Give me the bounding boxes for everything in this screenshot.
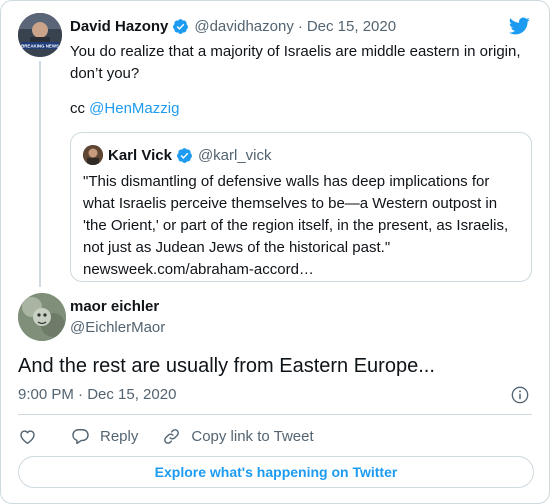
quoted-author-handle: @karl_vick: [197, 146, 272, 164]
like-button[interactable]: [18, 427, 37, 446]
heart-icon: [20, 429, 35, 444]
tweet-actions: Reply Copy link to Tweet: [18, 425, 314, 447]
avatar-image: [83, 145, 103, 165]
copy-link-label: Copy link to Tweet: [191, 427, 314, 445]
speech-bubble-icon: [72, 428, 89, 444]
parent-author-avatar[interactable]: BREAKING NEWS: [18, 13, 62, 57]
parent-author-handle[interactable]: @davidhazony: [194, 18, 293, 35]
reply-label: Reply: [100, 427, 139, 445]
explore-twitter-button[interactable]: Explore what's happening on Twitter: [18, 456, 534, 488]
cc-prefix: cc: [70, 100, 90, 117]
quoted-tweet-card[interactable]: Karl Vick @karl_vick "This dismantling o…: [70, 132, 532, 282]
thread-connector-line: [39, 61, 41, 287]
parent-tweet-date[interactable]: Dec 15, 2020: [307, 18, 396, 35]
parent-tweet-header: David Hazony @davidhazony · Dec 15, 2020: [70, 15, 396, 37]
tweet-embed-card: BREAKING NEWS David Hazony @davidhazony …: [0, 0, 550, 504]
reply-button[interactable]: Reply: [71, 427, 138, 446]
quoted-tweet-text: "This dismantling of defensive walls has…: [83, 173, 509, 278]
link-icon: [164, 428, 180, 444]
main-author-name[interactable]: maor eichler: [70, 297, 159, 317]
main-author-handle[interactable]: @EichlerMaor: [70, 318, 165, 338]
info-icon[interactable]: [510, 385, 530, 405]
quoted-author-name: Karl Vick: [108, 146, 172, 164]
separator-dot: ·: [297, 17, 303, 35]
avatar-image: BREAKING NEWS: [18, 13, 62, 57]
avatar-image: [18, 293, 66, 341]
copy-link-button[interactable]: Copy link to Tweet: [162, 427, 314, 446]
quoted-tweet-header: Karl Vick @karl_vick: [83, 144, 272, 166]
avatar-caption: BREAKING NEWS: [21, 44, 59, 49]
main-tweet-timestamp[interactable]: 9:00 PM · Dec 15, 2020: [18, 385, 176, 405]
cc-mention-link[interactable]: @HenMazzig: [89, 100, 179, 117]
quoted-author-avatar: [83, 145, 103, 165]
verified-badge-icon: [176, 147, 192, 163]
twitter-bird-icon[interactable]: [507, 15, 531, 37]
verified-badge-icon: [173, 18, 189, 34]
main-tweet-text: And the rest are usually from Eastern Eu…: [18, 355, 435, 377]
main-author-avatar[interactable]: [18, 293, 66, 341]
parent-tweet-text: You do realize that a majority of Israel…: [70, 43, 521, 82]
parent-author-name[interactable]: David Hazony: [70, 18, 168, 35]
divider: [18, 414, 532, 415]
parent-tweet-cc: cc @HenMazzig: [70, 98, 179, 120]
